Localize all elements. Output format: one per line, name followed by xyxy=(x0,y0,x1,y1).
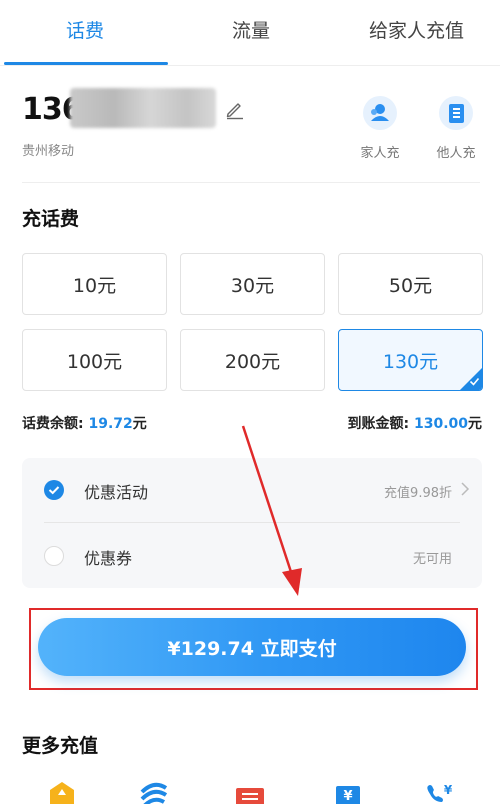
coupon-value: 无可用 xyxy=(412,552,452,567)
svg-text:¥: ¥ xyxy=(343,789,352,804)
check-icon xyxy=(469,377,480,386)
unchecked-circle-icon[interactable] xyxy=(44,546,64,566)
tab-phone-bill[interactable]: 话费 xyxy=(66,16,104,43)
family-recharge-shortcut[interactable]: 家人充 xyxy=(355,96,405,161)
balance-label: 话费余额: xyxy=(22,416,89,432)
balance-value: 19.72 xyxy=(88,416,133,432)
more-recharge-title: 更多充值 xyxy=(22,735,99,757)
phone-number-redacted xyxy=(70,88,216,128)
other-recharge-label: 他人充 xyxy=(436,146,476,161)
amount-option-200[interactable]: 200元 xyxy=(180,329,325,391)
promo-activity-row[interactable]: 优惠活动 充值9.98折 xyxy=(22,458,482,522)
edit-pencil-icon[interactable] xyxy=(224,98,246,120)
carrier-label: 贵州移动 xyxy=(22,144,75,159)
wave-icon[interactable] xyxy=(136,778,172,804)
family-recharge-label: 家人充 xyxy=(360,146,400,161)
section-divider xyxy=(22,182,480,183)
balance-unit: 元 xyxy=(132,416,147,432)
arrival-value: 130.00 xyxy=(413,416,468,432)
chevron-right-icon xyxy=(461,482,470,496)
family-icon xyxy=(363,96,397,130)
tab-data[interactable]: 流量 xyxy=(232,16,270,43)
other-recharge-shortcut[interactable]: 他人充 xyxy=(431,96,481,161)
arrival-label: 到账金额: xyxy=(347,416,414,432)
yuan-icon[interactable]: ¥ xyxy=(330,778,366,804)
phone-yuan-icon[interactable]: ¥ xyxy=(422,778,458,804)
amount-option-100[interactable]: 100元 xyxy=(22,329,167,391)
amount-option-130-selected[interactable]: 130元 xyxy=(338,329,483,391)
contact-book-icon xyxy=(439,96,473,130)
top-tab-bar: 话费 流量 给家人充值 xyxy=(0,0,500,66)
promo-divider xyxy=(44,522,460,523)
card-icon[interactable] xyxy=(232,778,268,804)
coupon-row[interactable]: 优惠券 无可用 xyxy=(22,524,482,588)
tab-family-recharge[interactable]: 给家人充值 xyxy=(369,16,464,43)
arrival-amount: 到账金额: 130.00元 xyxy=(347,413,482,433)
balance-row: 话费余额: 19.72元 到账金额: 130.00元 xyxy=(22,413,482,435)
promotions-card: 优惠活动 充值9.98折 优惠券 无可用 xyxy=(22,458,482,588)
pay-now-button[interactable]: ¥129.74 立即支付 xyxy=(38,618,466,676)
amount-option-10[interactable]: 10元 xyxy=(22,253,167,315)
amount-option-30[interactable]: 30元 xyxy=(180,253,325,315)
arrival-unit: 元 xyxy=(468,416,482,432)
amount-option-130-label: 130元 xyxy=(382,350,439,373)
promo-activity-value: 充值9.98折 xyxy=(384,486,452,501)
amount-option-50[interactable]: 50元 xyxy=(338,253,483,315)
coupon-label: 优惠券 xyxy=(84,549,133,568)
recharge-section-title: 充话费 xyxy=(22,208,80,230)
svg-text:¥: ¥ xyxy=(444,783,453,797)
checked-circle-icon[interactable] xyxy=(44,480,64,500)
hexagon-icon[interactable] xyxy=(44,778,80,804)
promo-activity-label: 优惠活动 xyxy=(84,483,149,502)
active-tab-indicator xyxy=(4,62,168,65)
